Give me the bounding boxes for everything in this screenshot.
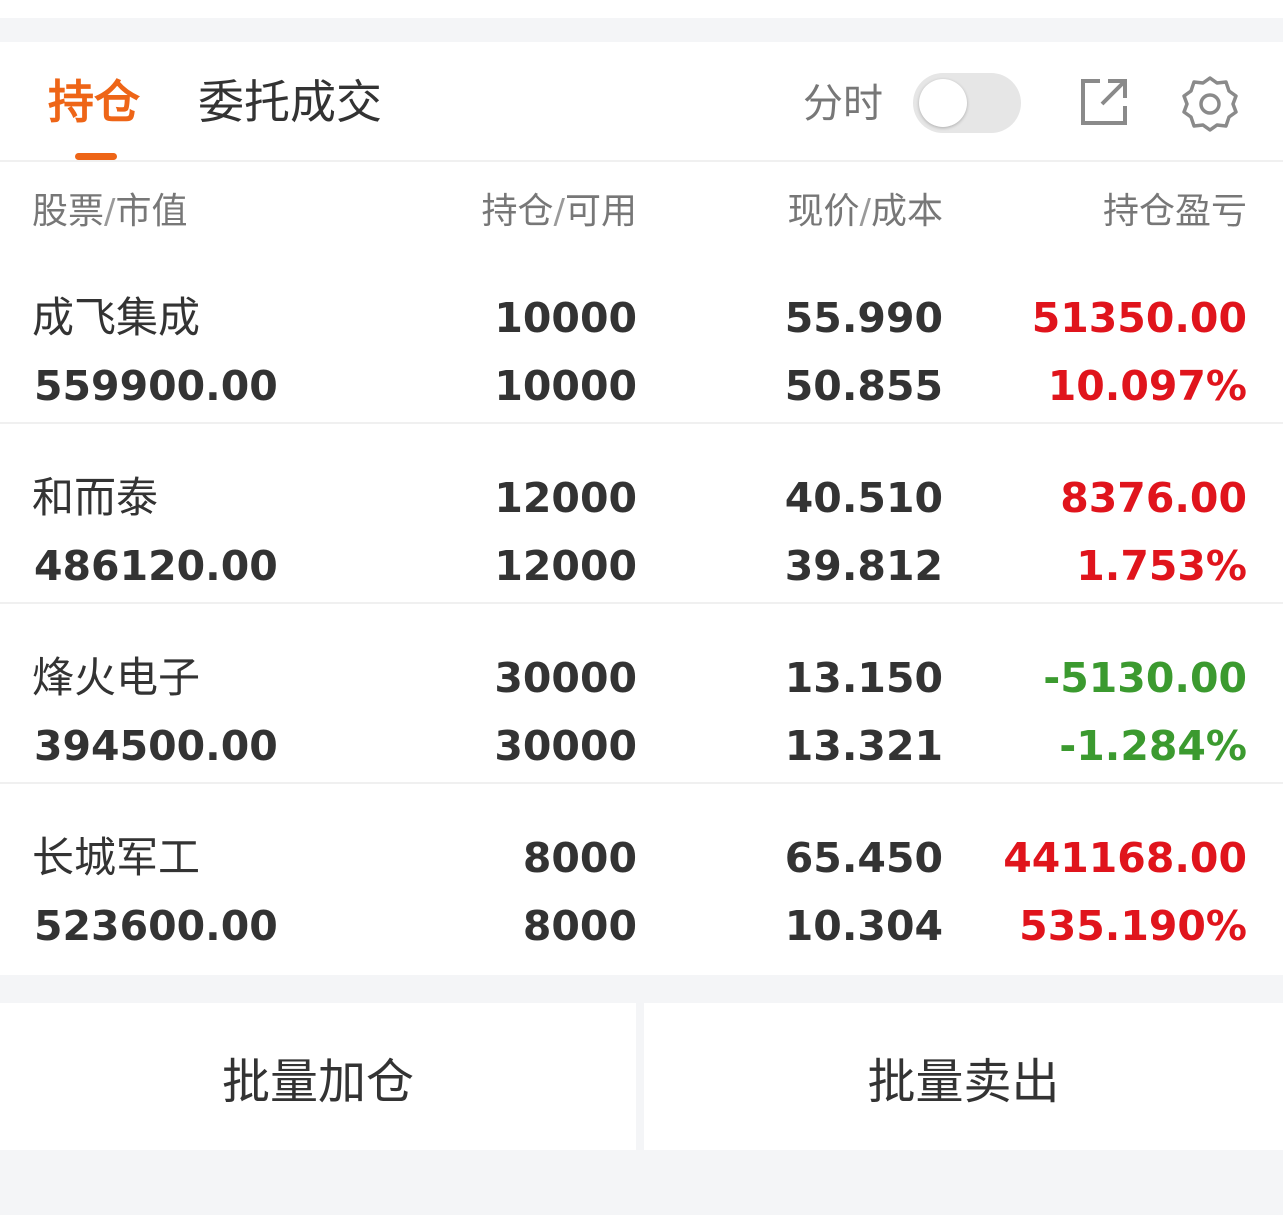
share-external-icon[interactable]: [1078, 76, 1130, 128]
position-qty: 8000: [522, 834, 637, 882]
current-price: 13.150: [784, 654, 943, 702]
position-qty: 12000: [494, 474, 637, 522]
cost-price: 50.855: [784, 362, 943, 410]
profit-amount: 8376.00: [1060, 474, 1247, 522]
holding-row[interactable]: 成飞集成 559900.00 10000 10000 55.990 50.855…: [0, 242, 1283, 424]
stock-name: 长城军工: [32, 833, 201, 882]
column-price-cost: 现价/成本: [788, 182, 944, 242]
column-profit-loss: 持仓盈亏: [1102, 191, 1247, 232]
market-value: 486120.00: [34, 542, 278, 590]
position-qty: 30000: [494, 654, 637, 702]
column-label-cost: 成本: [870, 191, 943, 232]
profit-percent: 10.097%: [1047, 362, 1247, 410]
column-label-market-value: 市值: [115, 191, 188, 232]
column-label-position: 持仓: [481, 191, 554, 232]
column-separator: /: [553, 192, 565, 232]
current-price: 40.510: [784, 474, 943, 522]
cost-price: 13.321: [784, 722, 943, 770]
profit-amount: 51350.00: [1031, 294, 1247, 342]
column-label-price: 现价: [787, 191, 860, 232]
column-position-available: 持仓/可用: [482, 182, 638, 242]
available-qty: 10000: [494, 362, 637, 410]
column-header: 股票/市值 持仓/可用 现价/成本 持仓盈亏: [0, 182, 1283, 242]
top-strip: [0, 0, 1283, 18]
holdings-panel: 持仓 委托成交 分时 股票/市值 持仓/可用 现价/成本 持仓盈亏 成飞集成 5…: [0, 42, 1283, 975]
stock-name: 烽火电子: [32, 653, 201, 702]
batch-add-button[interactable]: 批量加仓: [0, 1003, 636, 1150]
profit-amount: 441168.00: [1003, 834, 1247, 882]
timeshare-label: 分时: [803, 81, 883, 127]
tab-orders[interactable]: 委托成交: [198, 72, 382, 132]
stock-name: 成飞集成: [32, 293, 201, 342]
market-value: 394500.00: [34, 722, 278, 770]
available-qty: 30000: [494, 722, 637, 770]
position-qty: 10000: [494, 294, 637, 342]
gear-icon[interactable]: [1181, 75, 1239, 133]
profit-percent: 535.190%: [1019, 902, 1247, 950]
holding-row[interactable]: 烽火电子 394500.00 30000 30000 13.150 13.321…: [0, 602, 1283, 784]
tab-bar: 持仓 委托成交 分时: [0, 42, 1283, 162]
current-price: 65.450: [784, 834, 943, 882]
cost-price: 10.304: [784, 902, 943, 950]
batch-sell-button[interactable]: 批量卖出: [644, 1003, 1283, 1150]
toggle-knob: [919, 79, 967, 127]
profit-percent: 1.753%: [1076, 542, 1247, 590]
profit-percent: -1.284%: [1059, 722, 1247, 770]
available-qty: 12000: [494, 542, 637, 590]
cost-price: 39.812: [784, 542, 943, 590]
current-price: 55.990: [784, 294, 943, 342]
column-label-stock: 股票: [32, 191, 105, 232]
profit-amount: -5130.00: [1043, 654, 1247, 702]
tab-holdings[interactable]: 持仓: [48, 72, 140, 132]
column-separator: /: [104, 192, 116, 232]
timeshare-toggle[interactable]: [913, 73, 1021, 133]
column-stock-marketvalue: 股票/市值: [32, 182, 188, 242]
column-separator: /: [859, 192, 871, 232]
available-qty: 8000: [522, 902, 637, 950]
active-tab-indicator: [75, 153, 117, 160]
stock-name: 和而泰: [32, 473, 159, 522]
holding-row[interactable]: 和而泰 486120.00 12000 12000 40.510 39.812 …: [0, 422, 1283, 604]
holding-row[interactable]: 长城军工 523600.00 8000 8000 65.450 10.304 4…: [0, 782, 1283, 962]
column-label-available: 可用: [564, 191, 637, 232]
market-value: 559900.00: [34, 362, 278, 410]
market-value: 523600.00: [34, 902, 278, 950]
